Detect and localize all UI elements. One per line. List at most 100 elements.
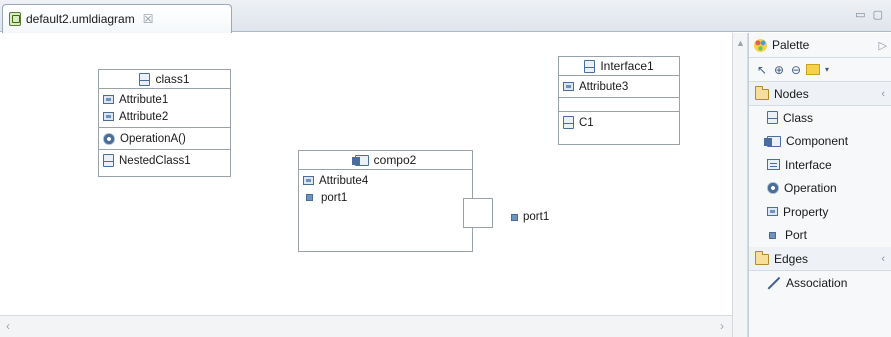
interface-node-interface1[interactable]: Interface1 Attribute3 C1 (558, 56, 680, 145)
component-icon (351, 154, 369, 166)
port-square[interactable] (463, 198, 493, 228)
tab-label: default2.umldiagram (26, 12, 135, 26)
attribute-label: Attribute4 (319, 174, 369, 187)
tab-default2-umldiagram[interactable]: default2.umldiagram ☒ (2, 4, 232, 33)
palette-item-association[interactable]: Association (749, 271, 891, 295)
folder-icon (755, 86, 769, 100)
palette-item-label: Operation (784, 181, 837, 196)
horizontal-scrollbar[interactable]: ‹ › (0, 315, 732, 337)
port-icon (511, 213, 518, 221)
attribute-icon (303, 176, 314, 185)
class-header: class1 (99, 70, 230, 89)
interface-icon (767, 159, 780, 171)
palette-hide-icon[interactable]: ▷ (879, 39, 887, 52)
palette-tools: ↖ ⊕ ⊖ ▾ (749, 58, 891, 82)
operation-gear-icon (767, 182, 779, 195)
interface-name[interactable]: Interface1 (600, 59, 653, 73)
attribute-row[interactable]: Attribute2 (103, 108, 230, 125)
collapse-icon[interactable]: ‹ (881, 253, 885, 265)
attribute-label: Attribute1 (119, 93, 169, 106)
palette-item-label: Interface (785, 157, 832, 172)
nested-class-row[interactable]: C1 (563, 114, 679, 131)
uml-file-icon (9, 12, 21, 26)
attributes-compartment: Attribute3 (559, 76, 679, 98)
component-contents: Attribute4 port1 (299, 170, 472, 206)
class-node-class1[interactable]: class1 Attribute1 Attribute2 OperationA(… (98, 69, 231, 177)
scroll-right-icon[interactable]: › (720, 319, 724, 333)
palette-panel: Palette ▷ ↖ ⊕ ⊖ ▾ Nodes ‹ Class Componen… (748, 33, 891, 337)
uml-diagram-editor: default2.umldiagram ☒ ▭ ▢ class1 Attribu… (0, 0, 891, 337)
attribute-label: Attribute2 (119, 110, 169, 123)
folder-icon (755, 251, 769, 265)
palette-item-label: Property (783, 204, 829, 219)
dropdown-arrow-icon[interactable]: ▾ (823, 63, 831, 77)
palette-title: Palette (772, 38, 810, 52)
attribute-row[interactable]: Attribute4 (303, 172, 472, 189)
nested-classes-compartment: NestedClass1 (99, 150, 230, 171)
association-line-icon (767, 276, 781, 290)
operation-label: OperationA() (120, 132, 186, 145)
operations-compartment (559, 98, 679, 112)
nested-classes-compartment: C1 (559, 112, 679, 133)
attribute-icon (103, 95, 114, 104)
minimize-maximize-icons[interactable]: ▭ ▢ (855, 8, 885, 21)
class-icon (563, 116, 574, 129)
palette-item-label: Association (786, 275, 848, 290)
palette-icon (754, 38, 767, 52)
zoom-out-icon[interactable]: ⊖ (789, 63, 803, 77)
palette-item-component[interactable]: Component (749, 130, 891, 154)
diagram-canvas[interactable]: class1 Attribute1 Attribute2 OperationA(… (0, 33, 732, 315)
attribute-row[interactable]: Attribute3 (563, 78, 679, 95)
port-row[interactable]: port1 (303, 189, 472, 206)
drawer-label: Edges (774, 251, 809, 266)
component-header: compo2 (299, 151, 472, 170)
palette-item-label: Port (785, 228, 808, 243)
palette-item-port[interactable]: Port (749, 224, 891, 248)
attribute-icon (103, 112, 114, 121)
port-icon (769, 231, 776, 239)
operations-compartment: OperationA() (99, 128, 230, 150)
palette-item-label: Class (783, 110, 814, 125)
class-name[interactable]: class1 (155, 72, 189, 86)
vertical-scrollbar[interactable]: ▲ (732, 33, 748, 337)
nested-class-label: NestedClass1 (119, 154, 191, 167)
class-icon (584, 59, 596, 73)
port-icon (306, 194, 313, 201)
component-name[interactable]: compo2 (374, 153, 417, 167)
scroll-left-icon[interactable]: ‹ (6, 319, 10, 333)
zoom-in-icon[interactable]: ⊕ (772, 63, 786, 77)
palette-item-property[interactable]: Property (749, 200, 891, 224)
palette-item-label: Component (786, 134, 849, 149)
interface-header: Interface1 (559, 57, 679, 76)
drawer-label: Nodes (774, 86, 809, 101)
collapse-icon[interactable]: ‹ (881, 88, 885, 100)
palette-drawer-nodes[interactable]: Nodes ‹ (749, 82, 891, 106)
editor-tab-bar: default2.umldiagram ☒ ▭ ▢ (0, 0, 891, 33)
palette-drawer-edges[interactable]: Edges ‹ (749, 247, 891, 271)
port-name: port1 (523, 211, 550, 223)
operation-gear-icon (103, 132, 115, 145)
tab-close-icon[interactable]: ☒ (143, 12, 154, 26)
attribute-label: Attribute3 (579, 80, 629, 93)
palette-item-class[interactable]: Class (749, 106, 891, 130)
select-arrow-icon[interactable]: ↖ (755, 63, 769, 77)
attributes-compartment: Attribute1 Attribute2 (99, 89, 230, 128)
palette-header: Palette ▷ (749, 33, 891, 58)
operation-row[interactable]: OperationA() (103, 130, 230, 147)
palette-item-operation[interactable]: Operation (749, 177, 891, 201)
nested-class-row[interactable]: NestedClass1 (103, 152, 230, 169)
scroll-up-icon[interactable]: ▲ (736, 38, 745, 48)
class-icon (103, 154, 114, 167)
property-icon (767, 207, 778, 217)
note-icon[interactable] (806, 64, 820, 75)
component-node-compo2[interactable]: compo2 Attribute4 port1 (298, 150, 473, 252)
port-label: port1 (321, 191, 348, 204)
attribute-row[interactable]: Attribute1 (103, 91, 230, 108)
nested-class-label: C1 (579, 116, 594, 129)
component-icon (764, 135, 781, 147)
class-icon (767, 111, 778, 125)
class-icon (139, 72, 151, 86)
external-port-label[interactable]: port1 (511, 211, 549, 223)
palette-item-interface[interactable]: Interface (749, 153, 891, 177)
attribute-icon (563, 82, 574, 91)
